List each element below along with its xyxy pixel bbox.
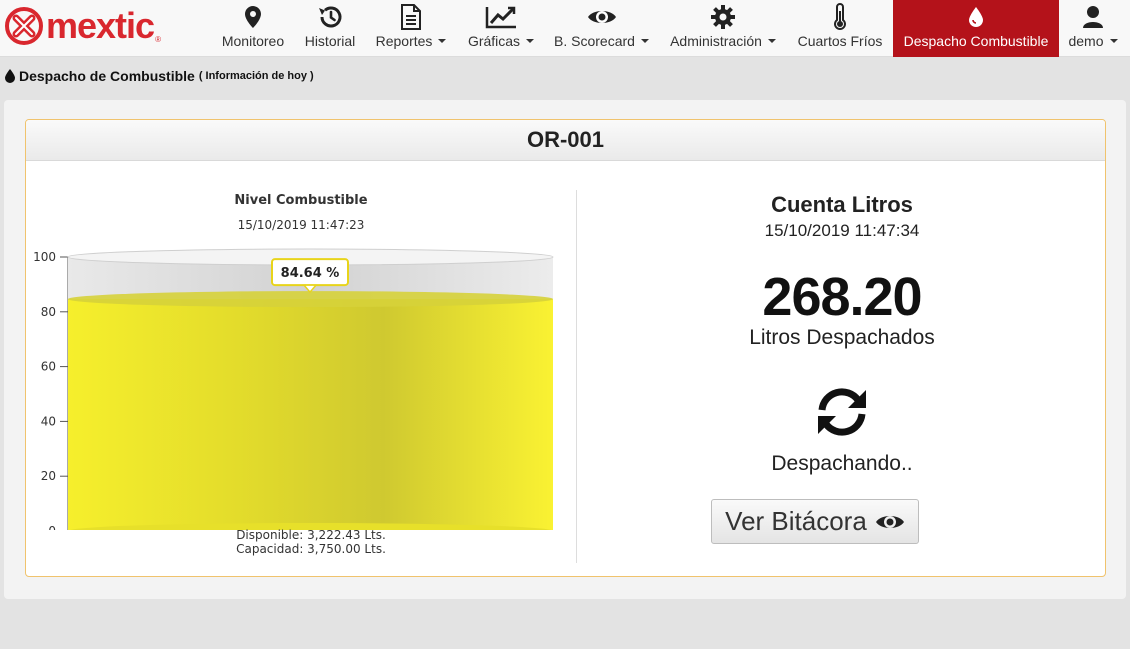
chart-title: Nivel Combustible <box>234 193 368 208</box>
nav-historial[interactable]: Historial <box>296 0 364 57</box>
chevron-down-icon <box>526 39 535 44</box>
nav-b-scorecard[interactable]: B. Scorecard <box>548 0 655 57</box>
thermometer-icon <box>834 3 846 30</box>
available-label: Disponible: 3,222.43 Lts. <box>236 528 386 542</box>
map-marker-icon <box>245 6 261 28</box>
dispensing-status: Despachando.. <box>771 452 913 475</box>
nav-cuartos-frios[interactable]: Cuartos Fríos <box>790 0 890 57</box>
y-tick-label: 60 <box>41 360 56 374</box>
counter-title: Cuenta Litros <box>771 192 913 217</box>
fuel-drop-icon <box>969 7 983 27</box>
user-icon <box>1083 6 1103 28</box>
view-log-label: Ver Bitácora <box>725 506 867 536</box>
nav-administracion[interactable]: Administración <box>664 0 782 57</box>
fuel-drop-icon <box>5 69 15 83</box>
column-divider <box>576 190 577 563</box>
brand-name: mextic <box>46 5 155 46</box>
card-title: OR-001 <box>26 120 1105 161</box>
y-tick-label: 100 <box>33 250 56 264</box>
liters-dispensed-value: 268.20 <box>762 267 922 327</box>
page-title: Despacho de Combustible <box>19 68 195 84</box>
nav-despacho-combustible[interactable]: Despacho Combustible <box>893 0 1059 57</box>
line-chart-icon <box>485 6 516 29</box>
value-label-text: 84.64 % <box>281 266 340 281</box>
page-heading: Despacho de Combustible ( Información de… <box>4 68 314 84</box>
main-panel: OR-001 Nivel Combustible 15/10/2019 11:4… <box>4 100 1126 599</box>
logo-icon <box>5 7 43 45</box>
eye-icon <box>587 11 616 23</box>
y-tick-label: 40 <box>41 414 56 428</box>
nav-monitoreo[interactable]: Monitoreo <box>214 0 292 57</box>
nav-reportes[interactable]: Reportes <box>368 0 454 57</box>
brand-logo[interactable]: mextic ® <box>4 4 161 48</box>
nav-graficas[interactable]: Gráficas <box>459 0 543 57</box>
file-text-icon <box>401 4 421 30</box>
liters-dispensed-label: Litros Despachados <box>749 326 935 349</box>
gear-icon <box>711 5 735 29</box>
nav-user-demo[interactable]: demo <box>1062 0 1124 57</box>
chevron-down-icon <box>767 39 776 44</box>
y-tick-label: 80 <box>41 305 56 319</box>
tank-card: OR-001 Nivel Combustible 15/10/2019 11:4… <box>25 119 1106 577</box>
chevron-down-icon <box>438 39 447 44</box>
refresh-icon <box>818 388 866 436</box>
top-navbar: mextic ® Monitoreo Historial Reportes Gr… <box>0 0 1130 57</box>
fuel-surface <box>68 291 553 308</box>
fuel-fill-bar <box>68 299 553 530</box>
eye-icon <box>875 515 904 528</box>
page-subtitle: ( Información de hoy ) <box>198 70 314 82</box>
counter-timestamp: 15/10/2019 11:47:34 <box>764 221 920 240</box>
brand-registered: ® <box>155 35 161 44</box>
view-log-button[interactable]: Ver Bitácora <box>711 499 919 544</box>
capacity-label: Capacidad: 3,750.00 Lts. <box>236 542 386 556</box>
fuel-level-chart: 020406080100 84.64 % <box>33 248 554 530</box>
history-icon <box>319 6 342 28</box>
chevron-down-icon <box>1109 39 1118 44</box>
y-tick-label: 20 <box>41 469 56 483</box>
chevron-down-icon <box>640 39 649 44</box>
dispensing-status-icon-wrap <box>577 386 1105 438</box>
